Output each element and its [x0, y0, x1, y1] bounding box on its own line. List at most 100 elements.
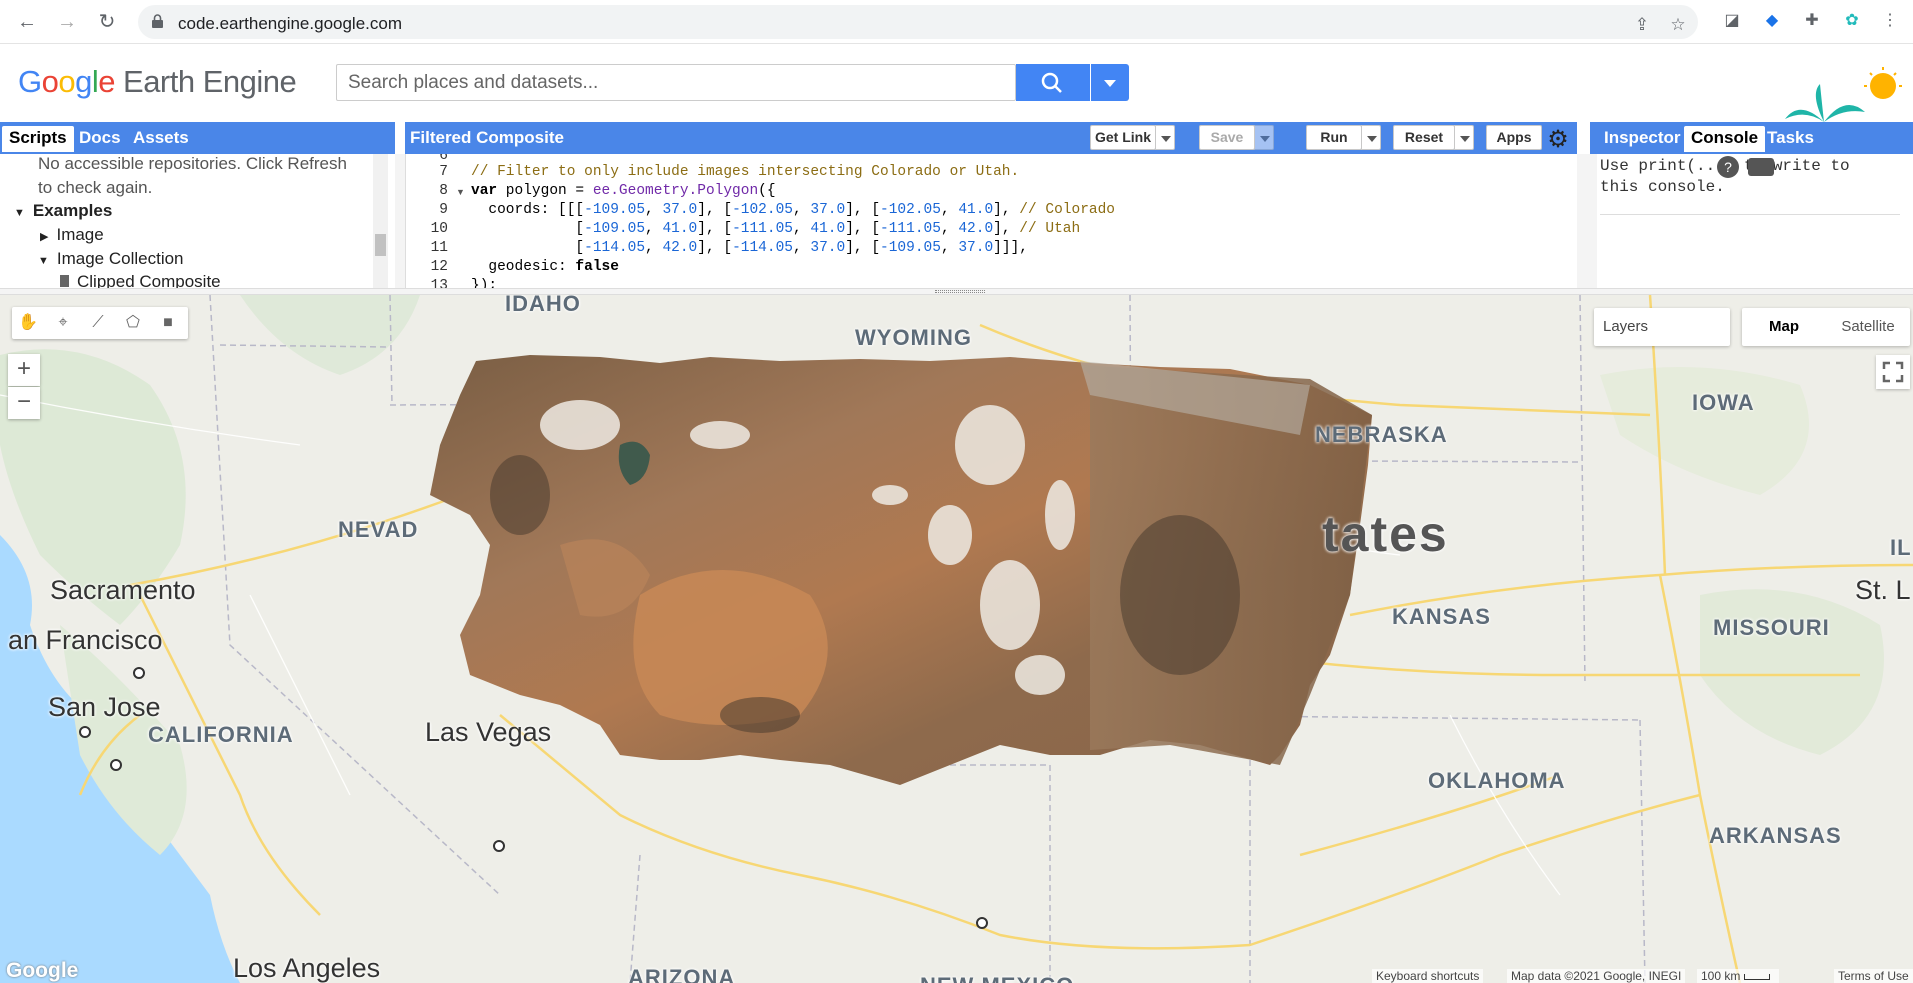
code-editor[interactable]: 6 7 8 9 10 11 12 13 ▼ // Filter to only … [405, 154, 1560, 288]
line-number: 13 [430, 278, 448, 288]
map-label-idaho: IDAHO [505, 295, 581, 316]
console-divider [1600, 214, 1900, 215]
get-link-dropdown[interactable] [1155, 125, 1175, 150]
map-type-control: Map Satellite [1742, 308, 1910, 346]
line-number: 10 [430, 221, 448, 237]
fullscreen-icon [1882, 361, 1904, 383]
zoom-out-button[interactable]: − [8, 387, 40, 419]
right-splitter[interactable] [1577, 154, 1597, 288]
tree-item-image-collection[interactable]: ▼ Image Collection [38, 249, 184, 269]
feedback-icon[interactable] [1748, 158, 1774, 176]
search-button[interactable] [1016, 64, 1090, 101]
reload-icon[interactable]: ↻ [94, 9, 120, 35]
run-button[interactable]: Run [1306, 125, 1362, 150]
code-line-13: }); [471, 278, 498, 288]
file-icon [60, 275, 69, 287]
line-number: 12 [430, 259, 448, 275]
lock-icon [152, 14, 163, 28]
reset-button[interactable]: Reset [1393, 125, 1455, 150]
map-city-san-jose: San Jose [48, 692, 161, 722]
earth-engine-logo[interactable]: Google Earth Engine [18, 64, 297, 100]
search-icon [1041, 72, 1062, 93]
map-label-kansas: KANSAS [1392, 604, 1491, 629]
code-line-8: var polygon = ee.Geometry.Polygon({ [471, 183, 776, 199]
keyboard-shortcuts-link[interactable]: Keyboard shortcuts [1372, 969, 1484, 983]
map-label-arkansas: ARKANSAS [1709, 823, 1842, 848]
map-label-nebraska: NEBRASKA [1315, 422, 1448, 447]
draw-polygon-icon[interactable]: ⬠ [119, 311, 147, 335]
fullscreen-button[interactable] [1876, 355, 1910, 389]
search-input[interactable]: Search places and datasets... [336, 64, 1016, 101]
code-line-12: geodesic: false [471, 259, 619, 275]
terms-of-use-link[interactable]: Terms of Use [1834, 969, 1913, 983]
map-city-las-vegas: Las Vegas [425, 717, 552, 747]
gear-icon[interactable]: ⚙ [1545, 127, 1571, 153]
draw-line-icon[interactable]: ⟋ [84, 311, 112, 335]
back-arrow-icon[interactable]: ← [14, 9, 40, 35]
layers-button[interactable]: Layers [1594, 308, 1730, 346]
forward-arrow-icon[interactable]: → [54, 9, 80, 35]
drag-handle-icon[interactable] [935, 290, 985, 293]
get-link-button[interactable]: Get Link [1090, 125, 1156, 150]
tree-item-clipped-composite[interactable]: Clipped Composite [60, 272, 221, 288]
map-canvas[interactable]: IDAHO WYOMING NEBRASKA IOWA NEVAD tates … [0, 295, 1913, 983]
code-line-11: [-114.05, 42.0], [-114.05, 37.0], [-109.… [471, 240, 1028, 256]
map-type-satellite-button[interactable]: Satellite [1826, 308, 1910, 346]
map-label-california: CALIFORNIA [148, 722, 294, 747]
tab-assets[interactable]: Assets [126, 126, 196, 152]
line-number: 8 [439, 183, 448, 199]
scrollbar-thumb[interactable] [375, 234, 386, 256]
map-label-nevada: NEVAD [338, 517, 419, 542]
caret-down-icon: ▼ [14, 207, 25, 219]
google-logo[interactable]: Google [6, 959, 78, 983]
share-icon[interactable]: ⇪ [1632, 15, 1652, 35]
url-text: code.earthengine.google.com [178, 14, 402, 33]
tab-docs[interactable]: Docs [72, 126, 128, 152]
tab-inspector[interactable]: Inspector [1597, 126, 1688, 152]
bookmark-star-icon[interactable]: ☆ [1668, 15, 1688, 35]
map-type-map-button[interactable]: Map [1742, 308, 1826, 346]
tab-scripts[interactable]: Scripts [2, 126, 74, 152]
draw-rectangle-icon[interactable]: ■ [154, 311, 182, 335]
scripts-scrollbar[interactable] [373, 154, 388, 288]
map-label-wyoming: WYOMING [855, 325, 972, 350]
map-splitter[interactable] [0, 288, 1913, 295]
fold-caret-icon[interactable]: ▼ [456, 187, 465, 197]
extension-graduation-icon[interactable]: ◆ [1762, 11, 1782, 31]
tab-tasks[interactable]: Tasks [1760, 126, 1821, 152]
scale-bar-line [1744, 974, 1771, 980]
map-city-st-louis: St. L [1855, 575, 1911, 605]
puzzle-icon[interactable]: ✚ [1802, 11, 1822, 31]
tree-item-examples[interactable]: ▼ Examples [14, 201, 112, 221]
map-city-los-angeles: Los Angeles [233, 953, 381, 983]
profile-palm-icon[interactable]: ✿ [1842, 11, 1862, 31]
search-dropdown-button[interactable] [1091, 64, 1129, 101]
line-gutter: 6 7 8 9 10 11 12 13 [406, 154, 456, 288]
right-panel-tabs: Inspector Console Tasks [1590, 122, 1913, 154]
save-button[interactable]: Save [1199, 125, 1255, 150]
code-line-9: coords: [[[-109.05, 37.0], [-102.05, 37.… [471, 202, 1115, 218]
help-icon[interactable]: ? [1717, 156, 1739, 178]
caret-right-icon: ▶ [40, 231, 49, 243]
scale-bar[interactable]: 100 km [1697, 969, 1779, 983]
map-label-new-mexico: NEW MEXICO [920, 973, 1074, 983]
hand-pan-icon[interactable]: ✋ [14, 311, 42, 335]
menu-kebab-icon[interactable]: ⋮ [1880, 11, 1900, 31]
left-splitter[interactable] [395, 154, 405, 288]
zoom-in-button[interactable]: + [8, 354, 40, 386]
line-number: 9 [439, 202, 448, 218]
marker-pin-icon[interactable]: ⌖ [49, 311, 77, 335]
run-dropdown[interactable] [1361, 125, 1381, 150]
map-label-united-states: tates [1322, 506, 1449, 562]
apps-button[interactable]: Apps [1486, 125, 1542, 150]
no-repos-message: No accessible repositories. Click Refres… [38, 154, 347, 173]
tab-console[interactable]: Console [1684, 126, 1766, 152]
reset-dropdown[interactable] [1454, 125, 1474, 150]
save-dropdown[interactable] [1254, 125, 1274, 150]
code-line-10: [-109.05, 41.0], [-111.05, 41.0], [-111.… [471, 221, 1081, 237]
address-bar[interactable]: code.earthengine.google.com ⇪ ☆ [138, 5, 1698, 39]
extension-icon[interactable]: ◪ [1722, 11, 1742, 31]
caret-down-icon: ▼ [38, 255, 49, 267]
tree-item-image[interactable]: ▶ Image [40, 225, 104, 245]
line-number: 7 [439, 164, 448, 180]
